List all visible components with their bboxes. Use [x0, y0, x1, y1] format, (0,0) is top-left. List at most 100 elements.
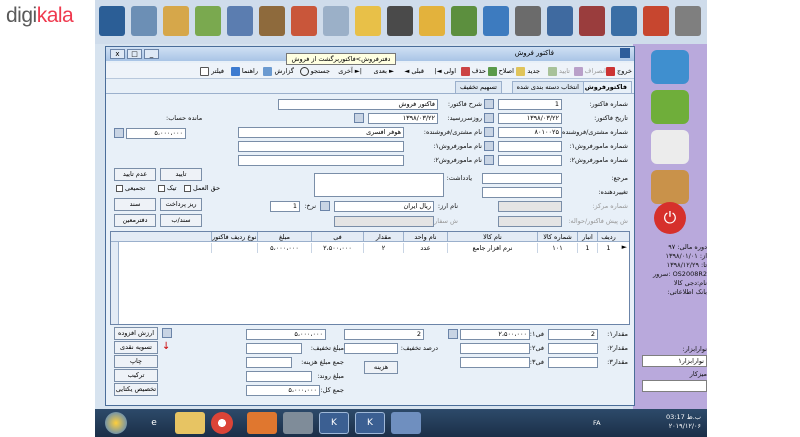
group-check-box[interactable]: [116, 184, 123, 192]
added-value-detail-icon[interactable]: [162, 328, 172, 338]
print-button[interactable]: چاپ: [114, 355, 158, 368]
doc-button[interactable]: سند: [114, 198, 156, 211]
cash-settle-button[interactable]: تسویه نقدی: [114, 341, 158, 354]
tab-discount-allocation[interactable]: تسهیم تخفیف: [455, 81, 502, 93]
coffee-icon[interactable]: [651, 170, 689, 204]
fee1-calc-icon[interactable]: [448, 329, 458, 339]
users-group-icon[interactable]: [611, 6, 637, 36]
agent2-no-field[interactable]: [498, 155, 562, 166]
round-field[interactable]: [246, 371, 312, 382]
start-button[interactable]: [105, 412, 127, 434]
power-icon[interactable]: ⏻: [654, 202, 686, 234]
center-no-field[interactable]: [498, 201, 562, 212]
system-clock[interactable]: 03:17 ب.ظ ۲۰۱۹/۱۲/۰۶: [666, 413, 701, 431]
money-icon[interactable]: [451, 6, 477, 36]
monitor-icon[interactable]: [291, 6, 317, 36]
desktop-app-icon[interactable]: [99, 6, 125, 36]
cell-fee[interactable]: ۲،۵۰۰،۰۰۰: [311, 243, 363, 253]
ledger-button[interactable]: دفترمعین: [114, 214, 156, 227]
cancel-button[interactable]: انصراف: [573, 65, 606, 77]
shopping-basket-icon[interactable]: [419, 6, 445, 36]
confirm-button[interactable]: تایید: [548, 65, 570, 77]
search-button[interactable]: جستجو: [299, 65, 330, 77]
people-icon[interactable]: [131, 6, 157, 36]
rate-field[interactable]: 1: [270, 201, 300, 212]
desk-select[interactable]: [642, 380, 707, 392]
calendar-icon[interactable]: [484, 113, 494, 123]
new-button[interactable]: جدید: [516, 65, 540, 77]
help-button[interactable]: راهنما: [230, 65, 258, 77]
ref-field[interactable]: [482, 173, 562, 184]
first-button[interactable]: اولی ◄|: [434, 65, 456, 77]
discount-pct-field[interactable]: [344, 343, 398, 354]
cart-icon[interactable]: [387, 6, 413, 36]
filter-check-box[interactable]: [200, 66, 210, 76]
due-date-field[interactable]: ۱۳۹۸/۰۳/۲۲: [368, 113, 438, 124]
customer-lookup-icon[interactable]: [484, 127, 494, 137]
cell-item-name[interactable]: نرم افزار جامع: [447, 243, 537, 253]
cell-row-type[interactable]: [211, 243, 257, 253]
database-icon[interactable]: [651, 50, 689, 84]
exit-button[interactable]: خروج: [606, 65, 632, 77]
settings-gear-icon[interactable]: [283, 412, 313, 434]
printer-icon[interactable]: [651, 130, 689, 164]
tick-check-box[interactable]: [158, 184, 165, 192]
order-field[interactable]: [334, 216, 434, 227]
cell-unit[interactable]: عدد: [403, 243, 447, 253]
cell-item-no[interactable]: ۱۰۱: [537, 243, 577, 253]
agent1-name-field[interactable]: [238, 141, 404, 152]
minimize-icon[interactable]: _: [144, 49, 159, 59]
cost-button[interactable]: هزینه: [364, 361, 398, 374]
desc-field[interactable]: فاکتور فروش: [278, 99, 438, 110]
prev-button[interactable]: قبلی ◄: [404, 65, 424, 77]
chrome-icon[interactable]: [211, 412, 233, 434]
presentation-icon[interactable]: [227, 6, 253, 36]
book-icon[interactable]: [579, 6, 605, 36]
chart-icon[interactable]: [195, 6, 221, 36]
cell-warehouse[interactable]: 1: [577, 243, 597, 253]
currency-field[interactable]: ریال ایران: [334, 201, 434, 212]
group-checkbox[interactable]: تجمیعی: [116, 184, 145, 192]
toolbar-select[interactable]: نوارابزار۱: [642, 355, 707, 367]
report-button[interactable]: گزارش: [263, 65, 294, 77]
edit-button[interactable]: اصلاح: [487, 65, 514, 77]
media-player-icon[interactable]: [247, 412, 277, 434]
currency-lookup-icon[interactable]: [320, 201, 330, 211]
tab-sales-invoice[interactable]: فاکتورفروش: [579, 81, 632, 93]
agent1-no-field[interactable]: [498, 141, 562, 152]
phone-icon[interactable]: [323, 6, 349, 36]
doc-b-button[interactable]: سند/ب: [160, 214, 202, 227]
reject-button[interactable]: عدم تایید: [114, 168, 156, 181]
preinvoice-field[interactable]: [498, 216, 562, 227]
delete-button[interactable]: حذف: [460, 65, 486, 77]
accounting-app-icon[interactable]: K: [319, 412, 349, 434]
users-icon[interactable]: [259, 6, 285, 36]
qty2-field[interactable]: [548, 343, 598, 354]
tab-category-select[interactable]: انتخاب دسته بندی شده: [511, 81, 584, 93]
fee1-field[interactable]: ۲،۵۰۰،۰۰۰: [460, 329, 530, 340]
cell-row[interactable]: 1: [597, 243, 619, 253]
notes-field[interactable]: [314, 173, 444, 197]
qty3-field[interactable]: [548, 357, 598, 368]
commission-check-box[interactable]: [184, 184, 191, 192]
maximize-icon[interactable]: □: [127, 49, 142, 59]
paint-icon[interactable]: [391, 412, 421, 434]
explorer-icon[interactable]: [175, 412, 205, 434]
agent2-name-field[interactable]: [238, 155, 404, 166]
fee3-field[interactable]: [460, 357, 530, 368]
approve-button[interactable]: تایید: [160, 168, 202, 181]
language-indicator[interactable]: FA: [593, 419, 601, 427]
discount-amount-field[interactable]: [246, 343, 302, 354]
changer-field[interactable]: [482, 187, 562, 198]
truck-icon[interactable]: [483, 6, 509, 36]
arrow-down-icon[interactable]: ↓: [162, 341, 170, 352]
invoice-date-field[interactable]: ۱۳۹۸/۰۳/۲۲: [498, 113, 562, 124]
sync-icon[interactable]: [651, 90, 689, 124]
commission-checkbox[interactable]: حق العمل: [184, 184, 220, 192]
added-value-button[interactable]: ارزش افزوده: [114, 327, 158, 340]
agent1-lookup-icon[interactable]: [484, 141, 494, 151]
customer-name-field[interactable]: هوفر افسری: [238, 127, 404, 138]
filter-checkbox[interactable]: فیلتر: [200, 65, 224, 77]
qty1-field[interactable]: 2: [548, 329, 598, 340]
customer-no-field[interactable]: ۸۰۱۰۰۲۵: [498, 127, 562, 138]
